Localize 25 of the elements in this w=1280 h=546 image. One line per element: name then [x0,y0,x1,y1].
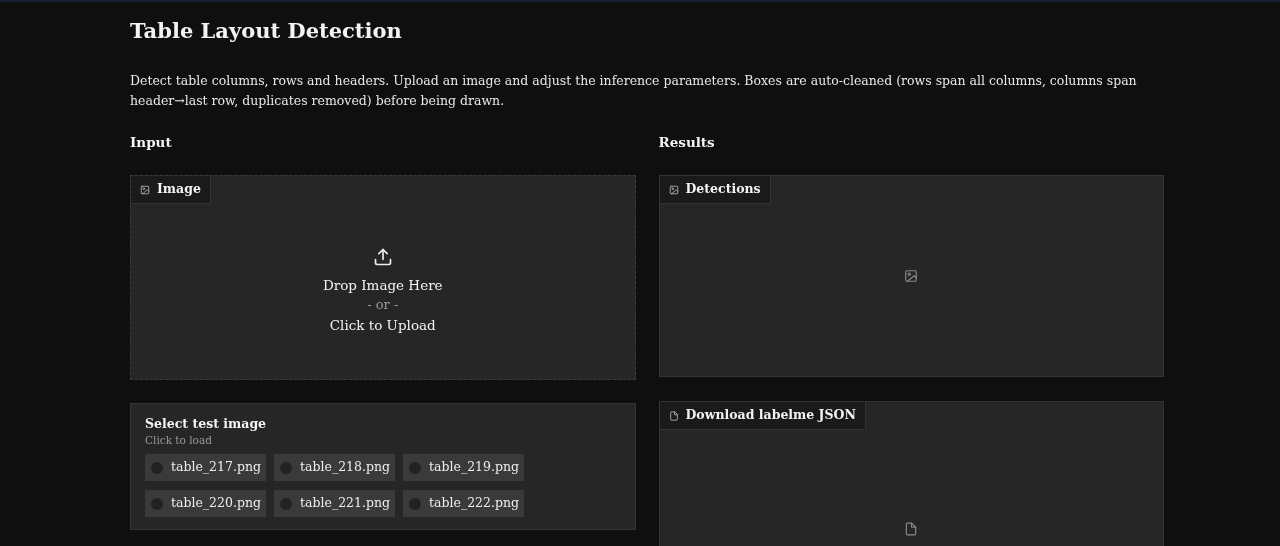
section-heading: Input [130,133,173,152]
description: Detect table columns, rows and headers. Upload an image and adjust the inference parameters. Boxes are auto-cleaned (rows span all columns, columns span header→last row, duplicates removed) before being drawn. [130,72,1138,110]
example-radio-item[interactable]: table_222.png [403,490,525,517]
page-title: Table Layout Detection [130,17,403,45]
image-icon [668,184,679,195]
image-placeholder-icon [904,269,919,283]
image-icon [140,184,150,195]
panel-label: Image [157,180,201,199]
example-radio-item[interactable]: table_219.png [403,454,525,481]
file-placeholder-icon [904,522,919,536]
example-radio-item[interactable]: table_221.png [274,490,396,517]
example-radio-item[interactable]: table_220.png [145,490,266,517]
examples-title: Select test image [145,416,268,432]
upload-icon [372,246,393,267]
or-text: - or - [367,295,399,314]
drop-text: Drop Image Here [322,275,443,295]
panel-label: Download labelme JSON [685,406,856,425]
examples-hint: Click to load [145,433,213,448]
section-heading: Results [658,133,716,152]
example-radio-item[interactable]: table_218.png [274,454,396,481]
upload-dropzone[interactable]: Image Drop Image Here - or - Click to Upload [130,175,636,380]
click-to-upload-text: Click to Upload [329,315,436,335]
panel-label: Detections [685,180,761,199]
file-icon [668,410,679,421]
example-radio-item[interactable]: table_217.png [145,454,266,481]
